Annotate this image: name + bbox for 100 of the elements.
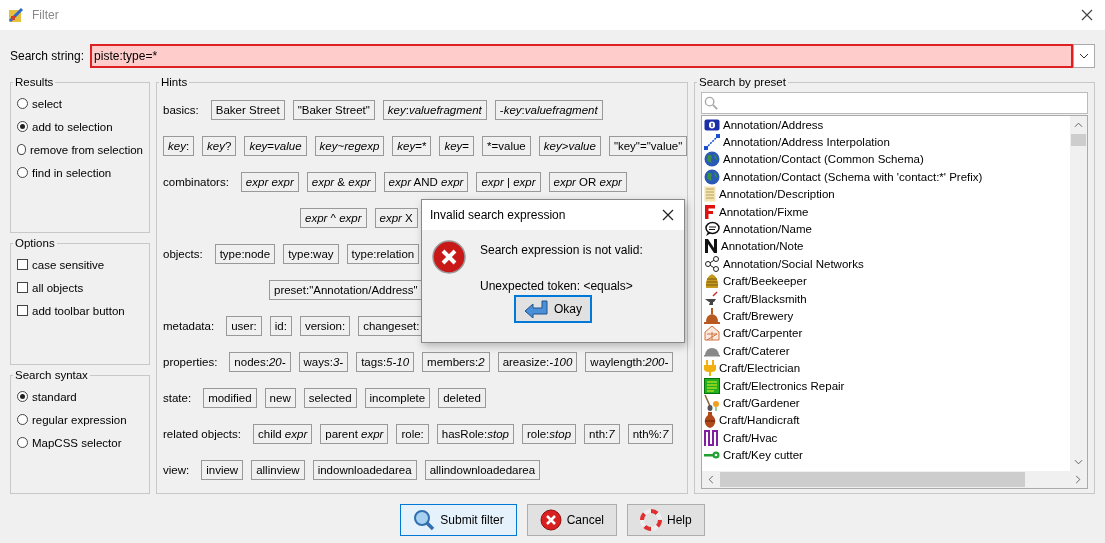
hint-chip[interactable]: key? [202, 136, 237, 156]
preset-item[interactable]: Annotation/Name [704, 220, 1070, 238]
hint-chip[interactable]: nth%:7 [627, 424, 674, 444]
preset-item[interactable]: Craft/Blacksmith [704, 289, 1070, 308]
preset-item[interactable]: Craft/Carpenter [704, 324, 1070, 343]
hint-chip[interactable]: incomplete [364, 388, 431, 408]
scroll-thumb[interactable] [1071, 134, 1086, 146]
error-icon [432, 240, 466, 274]
hint-chip[interactable]: expr ^ expr [300, 208, 367, 228]
preset-search-field[interactable] [701, 92, 1088, 114]
hint-chip[interactable]: nodes:20- [229, 352, 291, 372]
preset-item[interactable]: Craft/Gardener [704, 394, 1070, 412]
preset-item[interactable]: Annotation/Address [704, 116, 1070, 134]
horizontal-scrollbar[interactable] [702, 471, 1087, 488]
hint-chip[interactable]: expr | expr [476, 172, 541, 192]
anvil-icon [704, 290, 720, 307]
cancel-icon [539, 509, 562, 531]
hint-chip[interactable]: id: [269, 316, 292, 336]
hint-chip[interactable]: modified [203, 388, 257, 408]
hint-chip[interactable]: role: [396, 424, 429, 444]
checkbox-option[interactable]: all objects [17, 276, 143, 299]
preset-item[interactable]: Annotation/Note [704, 237, 1070, 256]
hint-chip[interactable]: Baker Street [210, 100, 285, 120]
circuit-board-icon [704, 377, 720, 394]
hint-chip[interactable]: user: [226, 316, 262, 336]
hint-chip[interactable]: type:node [214, 244, 276, 264]
hint-chip[interactable]: expr X [374, 208, 418, 228]
preset-item[interactable]: Craft/Brewery [704, 307, 1070, 325]
timber-frame-icon [704, 325, 720, 342]
hint-chip[interactable]: key~regexp [314, 136, 385, 156]
hint-category: objects: [163, 248, 203, 260]
hint-chip[interactable]: child expr [253, 424, 313, 444]
group-title: Results [14, 76, 55, 88]
hint-chip[interactable]: waylength:200- [585, 352, 674, 372]
radio-option[interactable]: remove from selection [17, 138, 143, 161]
radio-option[interactable]: select [17, 92, 143, 115]
radio-option[interactable]: MapCSS selector [17, 431, 143, 454]
preset-item[interactable]: Annotation/Description [704, 185, 1070, 203]
hint-chip[interactable]: preset:"Annotation/Address" [269, 280, 423, 300]
hint-chip[interactable]: allindownloadedarea [424, 460, 541, 480]
hint-chip[interactable]: key: [163, 136, 195, 156]
hint-chip[interactable]: *=value [482, 136, 531, 156]
hint-chip[interactable]: inview [201, 460, 244, 480]
radio-option[interactable]: add to selection [17, 115, 143, 138]
radio-option[interactable]: standard [17, 385, 143, 408]
preset-item[interactable]: Annotation/Address Interpolation [704, 133, 1070, 151]
help-button[interactable]: Help [627, 504, 705, 536]
preset-item[interactable]: Craft/Electronics Repair [704, 376, 1070, 395]
preset-item[interactable]: Annotation/Contact (Common Schema) [704, 150, 1070, 169]
hint-chip[interactable]: -key:valuefragment [494, 100, 603, 120]
hint-chip[interactable]: expr expr [240, 172, 299, 192]
hint-category: properties: [163, 356, 218, 368]
hint-chip[interactable]: ways:3- [298, 352, 349, 372]
hint-chip[interactable]: selected [303, 388, 357, 408]
hint-chip[interactable]: "key"="value" [608, 136, 688, 156]
preset-item[interactable]: Annotation/Social Networks [704, 255, 1070, 273]
submit-button[interactable]: Submit filter [400, 504, 517, 536]
hint-chip[interactable]: "Baker Street" [292, 100, 375, 120]
preset-item[interactable]: Craft/Caterer [704, 342, 1070, 360]
hint-chip[interactable]: key= [439, 136, 475, 156]
close-icon[interactable] [662, 209, 674, 221]
hint-chip[interactable]: role:stop [521, 424, 577, 444]
checkbox-option[interactable]: case sensitive [17, 253, 143, 276]
hint-chip[interactable]: indownloadedarea [312, 460, 417, 480]
close-icon[interactable] [1081, 9, 1093, 21]
preset-item[interactable]: Craft/Key cutter [704, 446, 1070, 464]
hint-chip[interactable]: key=* [392, 136, 432, 156]
hint-chip[interactable]: nth:7 [584, 424, 620, 444]
preset-item[interactable]: Craft/Handicraft [704, 411, 1070, 430]
cancel-button[interactable]: Cancel [526, 504, 617, 536]
okay-button[interactable]: Okay [514, 295, 592, 323]
hint-chip[interactable]: members:2 [422, 352, 490, 372]
hint-chip[interactable]: new [264, 388, 296, 408]
hint-chip[interactable]: key>value [538, 136, 601, 156]
hint-chip[interactable]: allinview [251, 460, 305, 480]
hint-chip[interactable]: expr & expr [306, 172, 376, 192]
hint-chip[interactable]: deleted [438, 388, 486, 408]
radio-option[interactable]: regular expression [17, 408, 143, 431]
hint-chip[interactable]: expr OR expr [548, 172, 627, 192]
scroll-thumb[interactable] [720, 472, 1025, 487]
preset-item[interactable]: Annotation/Fixme [704, 202, 1070, 221]
preset-item[interactable]: Craft/Hvac [704, 429, 1070, 447]
hint-chip[interactable]: hasRole:stop [436, 424, 514, 444]
hint-chip[interactable]: type:way [283, 244, 339, 264]
hint-chip[interactable]: areasize:-100 [497, 352, 578, 372]
vertical-scrollbar[interactable] [1070, 116, 1087, 471]
hint-chip[interactable]: key:valuefragment [382, 100, 487, 120]
preset-item[interactable]: Craft/Beekeeper [704, 272, 1070, 290]
hint-category: basics: [163, 104, 199, 116]
hint-chip[interactable]: version: [299, 316, 351, 336]
hint-chip[interactable]: tags:5-10 [356, 352, 415, 372]
preset-item[interactable]: Craft/Electrician [704, 359, 1070, 377]
preset-item[interactable]: Annotation/Contact (Schema with 'contact:*' Prefix) [704, 168, 1070, 186]
hint-chip[interactable]: key=value [244, 136, 307, 156]
hint-chip[interactable]: type:relation [346, 244, 420, 264]
checkbox-option[interactable]: add toolbar button [17, 299, 143, 322]
radio-option[interactable]: find in selection [17, 161, 143, 184]
hint-chip[interactable]: parent expr [320, 424, 389, 444]
search-field[interactable]: piste:type=* [90, 44, 1073, 68]
dropdown-button[interactable] [1073, 44, 1095, 68]
